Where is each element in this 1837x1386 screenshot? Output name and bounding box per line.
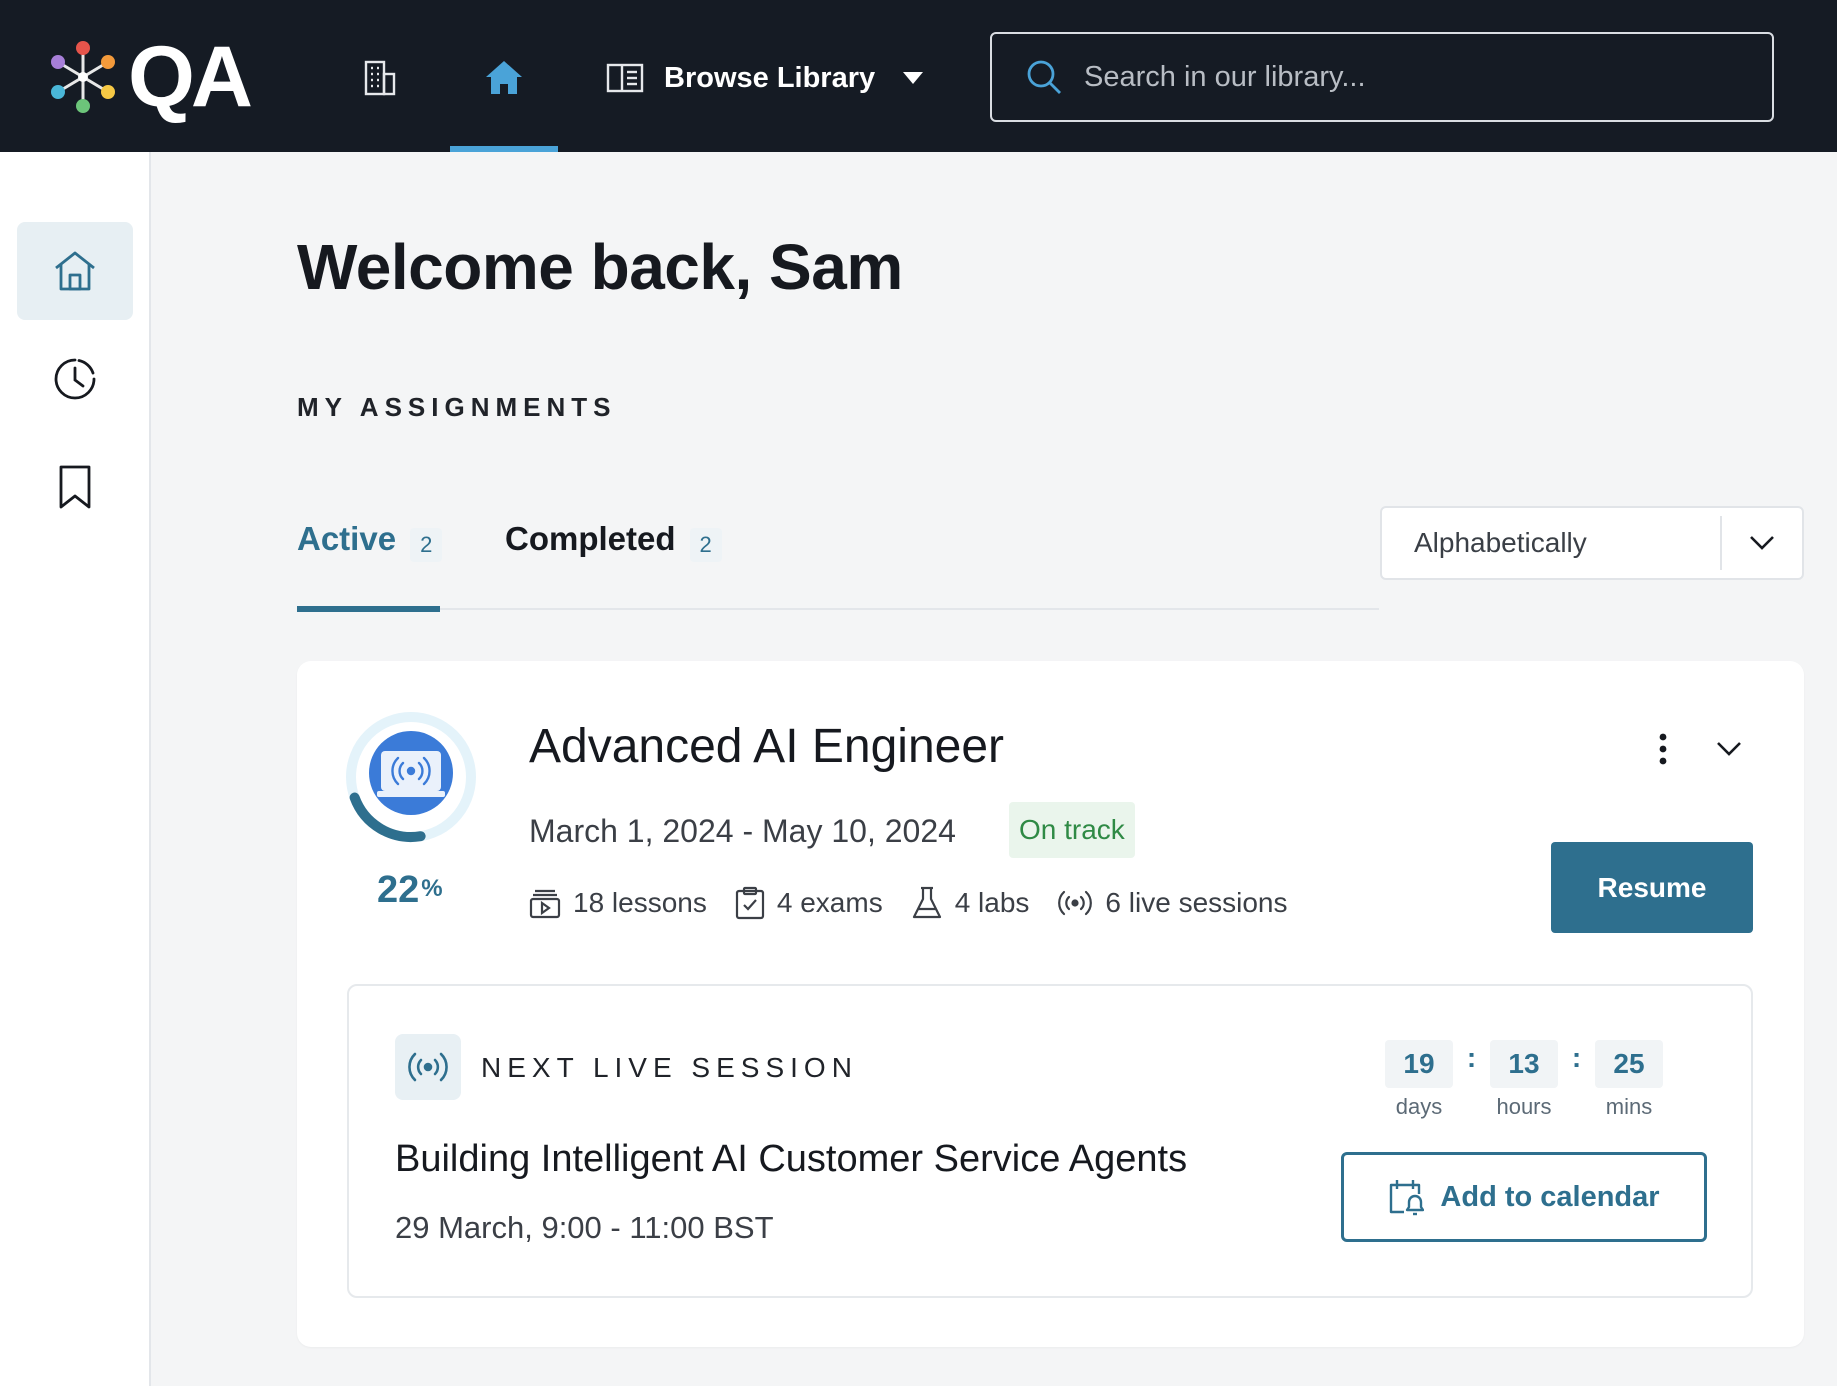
logo-text: QA (128, 29, 253, 125)
tab-active-label: Active (297, 520, 397, 557)
lessons-count: 18 lessons (529, 887, 707, 919)
labs-count: 4 labs (911, 886, 1030, 920)
top-navigation-bar: QA Browse Library (0, 0, 1837, 152)
logo-mark-icon (46, 40, 120, 114)
assignment-meta: 18 lessons 4 exams 4 labs 6 live session… (529, 886, 1316, 920)
welcome-heading: Welcome back, Sam (297, 231, 903, 303)
countdown-hours: 13 hours (1490, 1040, 1558, 1120)
live-signal-icon (408, 1052, 448, 1082)
expand-card-button[interactable] (1709, 729, 1749, 769)
home-nav-active-indicator (450, 146, 558, 152)
sort-dropdown[interactable]: Alphabetically (1380, 506, 1804, 580)
assignment-dates: March 1, 2024 - May 10, 2024 (529, 813, 956, 849)
countdown-separator: : (1571, 1042, 1582, 1073)
countdown-hours-value: 13 (1490, 1040, 1558, 1088)
add-to-calendar-button[interactable]: Add to calendar (1341, 1152, 1707, 1242)
building-icon (364, 60, 396, 96)
live-session-badge (395, 1034, 461, 1100)
home-outline-icon (55, 251, 95, 291)
countdown-hours-label: hours (1496, 1094, 1552, 1119)
search-box[interactable] (990, 32, 1774, 122)
sidebar-item-history[interactable] (17, 330, 133, 428)
live-signal-icon (1058, 890, 1093, 916)
next-live-session-panel: NEXT LIVE SESSION Building Intelligent A… (347, 984, 1753, 1298)
countdown-days: 19 days (1385, 1040, 1453, 1120)
countdown-mins: 25 mins (1595, 1040, 1663, 1120)
live-sessions-text: 6 live sessions (1105, 887, 1288, 918)
chevron-down-icon (1717, 742, 1741, 756)
assignment-title: Advanced AI Engineer (529, 720, 1005, 773)
more-options-button[interactable] (1645, 729, 1681, 769)
labs-text: 4 labs (954, 887, 1030, 918)
progress-value: 22 (377, 869, 420, 911)
countdown-mins-value: 25 (1595, 1040, 1663, 1088)
bookmark-icon (59, 465, 91, 509)
countdown-separator: : (1466, 1042, 1477, 1073)
add-to-calendar-label: Add to calendar (1440, 1180, 1660, 1213)
clipboard-check-icon (735, 886, 764, 920)
qa-logo[interactable]: QA (46, 29, 253, 125)
calendar-alarm-icon (1390, 1180, 1425, 1216)
countdown-days-label: days (1395, 1094, 1443, 1119)
organization-nav-button[interactable] (350, 50, 410, 106)
progress-ring (343, 709, 479, 845)
countdown-mins-label: mins (1605, 1094, 1653, 1119)
resume-button[interactable]: Resume (1551, 842, 1753, 933)
section-title: MY ASSIGNMENTS (297, 392, 617, 422)
status-badge: On track (1009, 802, 1135, 858)
tab-completed-label: Completed (505, 520, 676, 557)
tab-completed-count: 2 (689, 528, 722, 562)
browse-library-dropdown[interactable]: Browse Library (606, 50, 924, 106)
countdown-days-value: 19 (1385, 1040, 1453, 1088)
progress-percentage: 22% (377, 869, 443, 912)
tab-active[interactable]: Active 2 (297, 510, 443, 612)
assignment-tabs: Active 2 Completed 2 (297, 510, 1379, 612)
left-sidebar (0, 152, 151, 1386)
live-session-time: 29 March, 9:00 - 11:00 BST (395, 1210, 774, 1245)
sidebar-item-home[interactable] (17, 222, 133, 320)
home-icon (486, 61, 522, 94)
lessons-text: 18 lessons (573, 887, 707, 918)
search-icon (1027, 60, 1061, 94)
next-live-session-label: NEXT LIVE SESSION (481, 1052, 858, 1083)
home-nav-button[interactable] (474, 50, 534, 106)
sort-chevron-button[interactable] (1722, 535, 1802, 551)
search-input[interactable] (1084, 60, 1704, 94)
sidebar-item-bookmarks[interactable] (17, 438, 133, 536)
countdown-timer: 19 days : 13 hours : 25 mins (1385, 1040, 1663, 1120)
live-sessions-count: 6 live sessions (1057, 887, 1288, 919)
progress-percent-sign: % (421, 875, 443, 902)
exams-count: 4 exams (735, 886, 883, 920)
caret-down-icon (903, 72, 924, 84)
kebab-menu-icon (1659, 733, 1667, 765)
exams-text: 4 exams (776, 887, 883, 918)
sort-selected-value: Alphabetically (1414, 527, 1587, 558)
tab-active-indicator (297, 606, 440, 612)
tab-completed[interactable]: Completed 2 (505, 510, 722, 610)
video-lesson-icon (529, 889, 561, 919)
assignment-card: 22% Advanced AI Engineer March 1, 2024 -… (297, 661, 1804, 1347)
chevron-down-icon (1750, 536, 1774, 550)
live-session-title: Building Intelligent AI Customer Service… (395, 1138, 1188, 1180)
history-icon (54, 358, 96, 400)
browse-library-label: Browse Library (664, 61, 876, 94)
tab-active-count: 2 (410, 528, 443, 562)
book-icon (606, 63, 644, 93)
flask-icon (912, 886, 941, 919)
